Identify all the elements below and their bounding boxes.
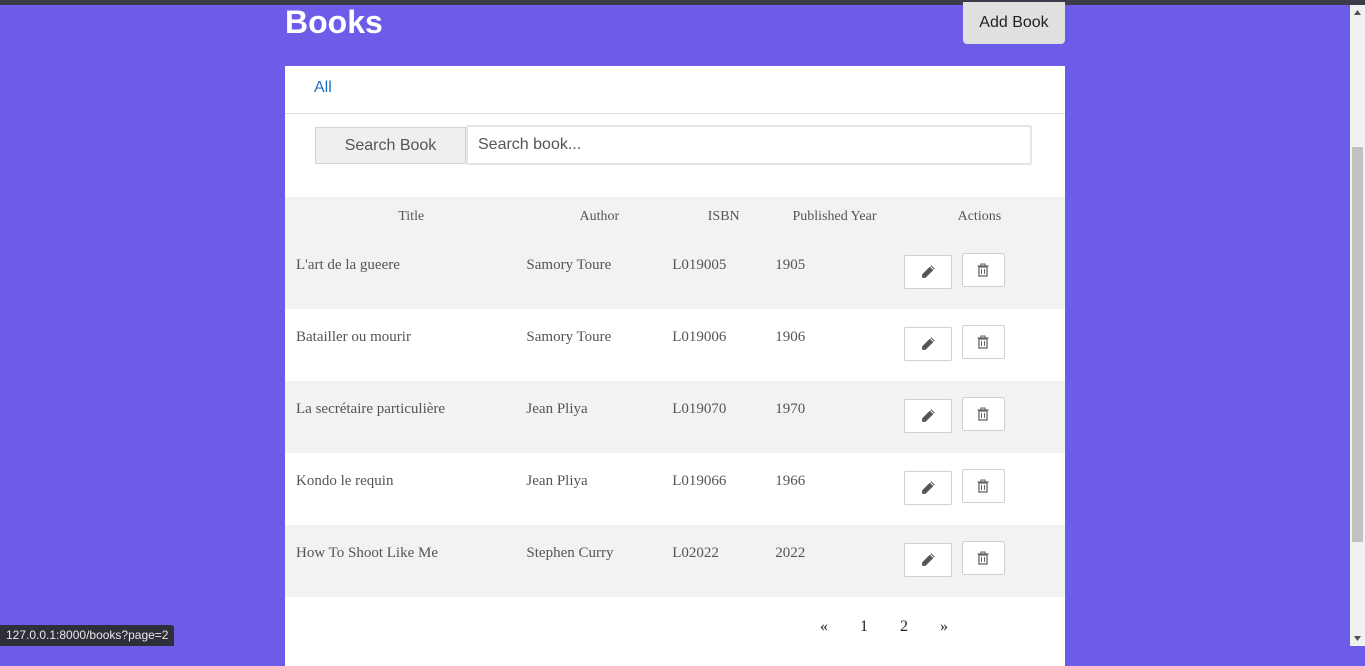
cell-isbn: L019066 [672, 453, 776, 525]
cell-actions [893, 453, 1065, 525]
page-title: Books [285, 4, 383, 40]
pagination-page-1[interactable]: 1 [860, 618, 868, 636]
cell-author: Samory Toure [526, 309, 673, 381]
search-book-button[interactable]: Search Book [315, 127, 466, 164]
vertical-scrollbar[interactable] [1350, 5, 1365, 646]
cell-actions [893, 237, 1065, 309]
header-actions: Actions [893, 197, 1065, 237]
cell-title: Kondo le requin [285, 453, 527, 525]
edit-button[interactable] [903, 543, 952, 577]
cell-author: Samory Toure [526, 237, 673, 309]
table-row: La secrétaire particulière Jean Pliya L0… [285, 381, 1065, 453]
trash-icon [977, 479, 989, 493]
cell-year: 1966 [775, 453, 894, 525]
trash-icon [977, 551, 989, 565]
cell-year: 1905 [775, 237, 894, 309]
header-published-year: Published Year [775, 197, 894, 237]
tab-all[interactable]: All [314, 79, 332, 97]
search-input[interactable] [466, 125, 1032, 165]
trash-icon [977, 407, 989, 421]
cell-actions [893, 381, 1065, 453]
add-book-button[interactable]: Add Book [963, 2, 1065, 44]
cell-isbn: L02022 [672, 525, 776, 597]
cell-isbn: L019006 [672, 309, 776, 381]
pencil-icon [921, 337, 935, 350]
search-row: Search Book [315, 125, 1035, 165]
table-row: L'art de la gueere Samory Toure L019005 … [285, 237, 1065, 309]
cell-isbn: L019005 [672, 237, 776, 309]
cell-actions [893, 525, 1065, 597]
cell-year: 2022 [775, 525, 894, 597]
header-isbn: ISBN [672, 197, 776, 237]
table-row: Kondo le requin Jean Pliya L019066 1966 [285, 453, 1065, 525]
cell-isbn: L019070 [672, 381, 776, 453]
scroll-down-arrow-icon[interactable] [1350, 631, 1365, 646]
pagination-next[interactable]: » [940, 618, 948, 636]
table-row: How To Shoot Like Me Stephen Curry L0202… [285, 525, 1065, 597]
pencil-icon [921, 553, 935, 566]
cell-actions [893, 309, 1065, 381]
pagination-page-2[interactable]: 2 [900, 618, 908, 636]
cell-author: Jean Pliya [526, 453, 673, 525]
delete-button[interactable] [961, 253, 1005, 287]
delete-button[interactable] [961, 541, 1005, 575]
cell-title: La secrétaire particulière [285, 381, 527, 453]
books-panel: All Search Book Title Author ISBN Publis… [285, 66, 1065, 666]
trash-icon [977, 335, 989, 349]
edit-button[interactable] [903, 471, 952, 505]
scroll-up-arrow-icon[interactable] [1350, 5, 1365, 20]
pencil-icon [921, 409, 935, 422]
cell-year: 1906 [775, 309, 894, 381]
trash-icon [977, 263, 989, 277]
status-bar-url: 127.0.0.1:8000/books?page=2 [0, 625, 175, 646]
window-top-strip [0, 0, 1365, 5]
cell-title: How To Shoot Like Me [285, 525, 527, 597]
cell-title: L'art de la gueere [285, 237, 527, 309]
books-table: Title Author ISBN Published Year Actions… [285, 197, 1065, 597]
pencil-icon [921, 481, 935, 494]
delete-button[interactable] [961, 397, 1005, 431]
header-title: Title [285, 197, 527, 237]
pagination: « 1 2 » [805, 618, 965, 642]
table-row: Batailler ou mourir Samory Toure L019006… [285, 309, 1065, 381]
header-author: Author [526, 197, 673, 237]
cell-year: 1970 [775, 381, 894, 453]
pagination-prev[interactable]: « [820, 618, 828, 636]
pencil-icon [921, 265, 935, 278]
edit-button[interactable] [903, 255, 952, 289]
delete-button[interactable] [961, 469, 1005, 503]
tab-bar: All [285, 66, 1065, 114]
delete-button[interactable] [961, 325, 1005, 359]
cell-title: Batailler ou mourir [285, 309, 527, 381]
cell-author: Jean Pliya [526, 381, 673, 453]
edit-button[interactable] [903, 327, 952, 361]
cell-author: Stephen Curry [526, 525, 673, 597]
scrollbar-thumb[interactable] [1352, 147, 1363, 542]
edit-button[interactable] [903, 399, 952, 433]
table-header-row: Title Author ISBN Published Year Actions [285, 197, 1065, 237]
